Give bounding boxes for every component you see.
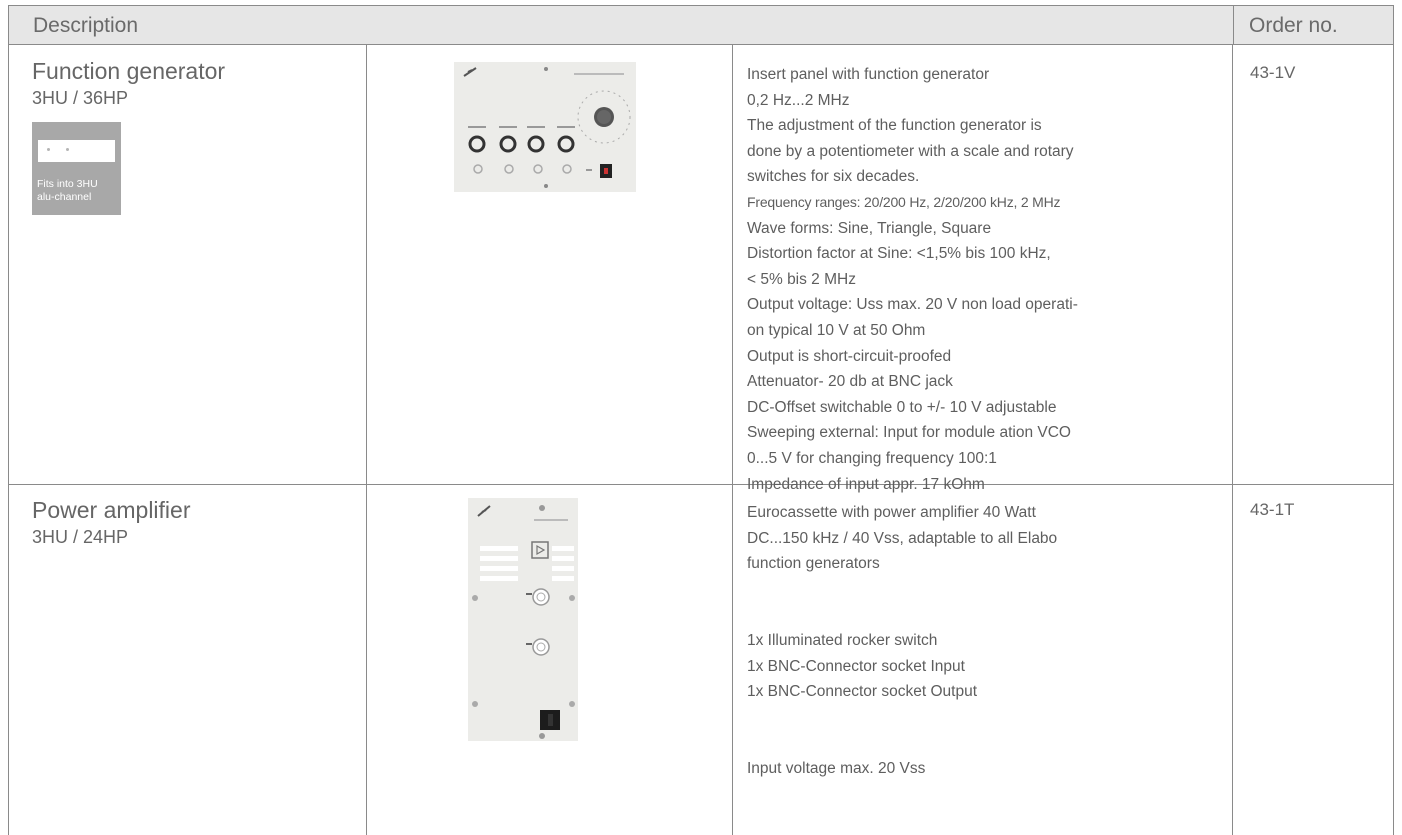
product-name: Function generator [32,58,226,84]
grid-line [1232,45,1233,835]
spec-line [747,730,1057,756]
alu-channel-badge: Fits into 3HU alu-channel [32,122,121,215]
spec-line: The adjustment of the function generator… [747,117,1042,135]
product-size: 3HU / 24HP [32,527,129,547]
screw-dot-icon [66,148,69,151]
spec-line [747,705,1057,731]
badge-text: Fits into 3HU alu-channel [37,178,98,204]
spec-line [747,577,1057,603]
grid-line [732,45,733,835]
spec-line: Input voltage max. 20 Vss [747,759,926,777]
product-name: Power amplifier [32,497,191,523]
spec-line: 0,2 Hz...2 MHz [747,91,850,109]
function-generator-panel-image [454,62,636,192]
spec-line: Sweeping external: Input for module atio… [747,424,1071,442]
product-spec: Insert panel with function generator 0,2… [747,62,1078,497]
table-header: Description Order no. [8,5,1394,45]
badge-line-2: alu-channel [37,191,92,203]
spec-line: Wave forms: Sine, Triangle, Square [747,219,992,237]
spec-line: Distortion factor at Sine: <1,5% bis 100… [747,245,1051,263]
spec-line: function generators [747,555,880,573]
badge-line-1: Fits into 3HU [37,178,98,190]
spec-line: Impedance of input appr. 17 kOhm [747,475,985,493]
spec-line: done by a potentiometer with a scale and… [747,142,1074,160]
spec-line: Output is short-circuit-proofed [747,347,952,365]
spec-line: Attenuator- 20 db at BNC jack [747,373,953,391]
header-divider [1233,6,1234,44]
spec-line: on typical 10 V at 50 Ohm [747,321,926,339]
header-description: Description [33,14,139,37]
spec-line: 0...5 V for changing frequency 100:1 [747,449,997,467]
power-amplifier-panel-image [468,498,578,741]
spec-line [747,602,1057,628]
spec-line: Frequency ranges: 20/200 Hz, 2/20/200 kH… [747,193,1061,210]
product-size: 3HU / 36HP [32,88,129,108]
spec-line: 1x BNC-Connector socket Output [747,683,978,701]
spec-line: 1x Illuminated rocker switch [747,631,938,649]
header-order-no: Order no. [1249,14,1338,37]
order-number: 43-1V [1250,63,1296,82]
channel-slot-icon [38,140,115,162]
product-table: Description Order no. Function generator… [0,0,1402,835]
screw-dot-icon [47,148,50,151]
spec-line: Insert panel with function generator [747,66,990,83]
grid-line [8,45,9,835]
spec-line: DC-Offset switchable 0 to +/- 10 V adjus… [747,398,1057,416]
order-number: 43-1T [1250,500,1295,519]
grid-line [366,45,367,835]
spec-line: < 5% bis 2 MHz [747,270,856,288]
spec-line: switches for six decades. [747,168,920,186]
spec-line: DC...150 kHz / 40 Vss, adaptable to all … [747,529,1058,547]
grid-line [1393,45,1394,835]
spec-line: Output voltage: Uss max. 20 V non load o… [747,296,1078,314]
row-divider [8,484,1394,485]
product-spec: Eurocassette with power amplifier 40 Wat… [747,500,1057,782]
spec-line: 1x BNC-Connector socket Input [747,657,965,675]
spec-line: Eurocassette with power amplifier 40 Wat… [747,504,1036,521]
